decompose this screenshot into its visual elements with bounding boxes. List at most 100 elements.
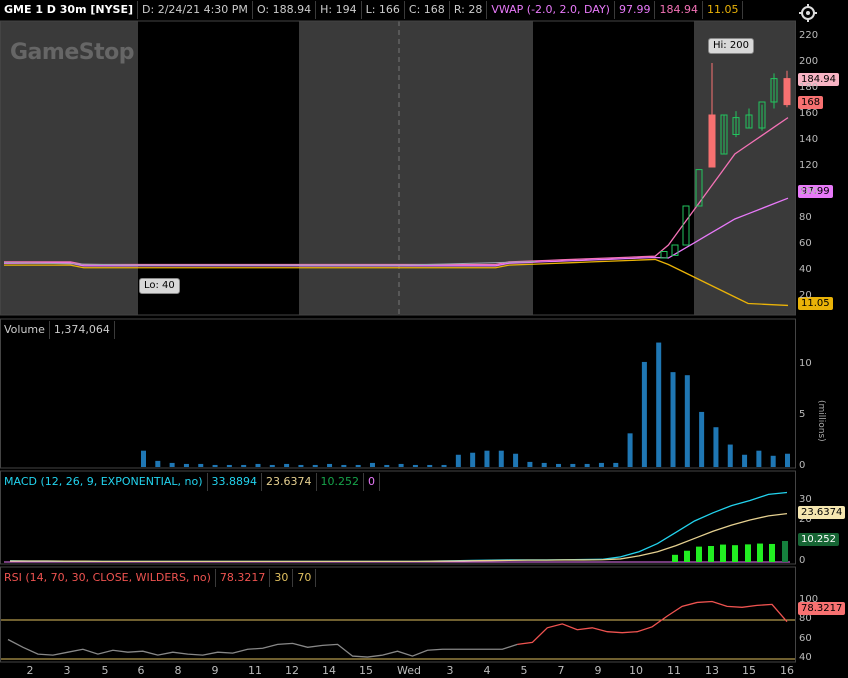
macd-histogram-bar	[757, 543, 763, 562]
price-tick-label: 80	[799, 212, 812, 223]
macd-tick-label: 30	[799, 493, 812, 505]
candle-body	[708, 114, 716, 168]
volume-bar	[527, 461, 533, 467]
x-axis-tick-label: 12	[285, 664, 299, 677]
bar-close: C: 168	[405, 1, 450, 19]
x-axis-tick-label: 14	[322, 664, 336, 677]
volume-unit-label: (millions)	[816, 400, 826, 442]
volume-bar	[355, 464, 361, 467]
extended-hours-shade	[299, 21, 533, 315]
bar-high: H: 194	[316, 1, 362, 19]
x-axis-tick-label: 15	[742, 664, 756, 677]
volume-bar	[641, 361, 647, 467]
volume-bar	[169, 462, 175, 467]
volume-bar	[699, 411, 705, 467]
volume-bar	[398, 463, 404, 467]
volume-bar	[198, 463, 204, 467]
volume-bar	[770, 455, 776, 467]
macd-value: 33.8894	[208, 473, 263, 491]
volume-bar	[756, 450, 762, 467]
volume-bar	[684, 375, 690, 467]
macd-study-label[interactable]: MACD (12, 26, 9, EXPONENTIAL, no)	[0, 473, 208, 491]
volume-value: 1,374,064	[50, 321, 115, 339]
volume-bar	[427, 464, 433, 467]
x-axis-tick-label: 3	[446, 664, 454, 677]
rsi-overbought-value: 70	[293, 569, 317, 587]
x-axis-tick-label: 10	[629, 664, 643, 677]
x-axis-tick-label: 5	[520, 664, 528, 677]
bar-open: O: 188.94	[253, 1, 317, 19]
rsi-study-label[interactable]: RSI (14, 70, 30, CLOSE, WILDERS, no)	[0, 569, 216, 587]
vwap-value: 97.99	[615, 1, 656, 19]
macd-avg-tag: 23.6374	[798, 506, 846, 519]
price-tick-label: 160	[799, 108, 819, 119]
volume-bar	[226, 464, 232, 467]
volume-bar	[570, 463, 576, 467]
volume-bar	[369, 462, 375, 467]
rsi-line-neutral	[7, 638, 518, 658]
volume-bar	[341, 464, 347, 467]
volume-bar	[269, 464, 275, 467]
volume-bar	[327, 463, 333, 467]
vwap-lower-value: 11.05	[703, 1, 744, 19]
rsi-oversold-value: 30	[270, 569, 294, 587]
volume-bar	[484, 450, 490, 467]
rsi-value: 78.3217	[216, 569, 271, 587]
macd-histogram-bar	[708, 546, 714, 562]
macd-avg-line	[10, 512, 788, 563]
price-tick-label: 120	[799, 160, 819, 171]
volume-bar	[498, 450, 504, 467]
volume-bar	[670, 372, 676, 467]
macd-value-line	[9, 491, 788, 563]
rsi-tick-label: 60	[799, 632, 812, 644]
volume-bar	[556, 463, 562, 467]
volume-header: Volume 1,374,064	[0, 320, 115, 340]
x-axis-tick-label: 8	[174, 664, 182, 677]
macd-diff-tag: 10.252	[798, 533, 839, 546]
macd-histogram-bar	[684, 550, 690, 562]
x-axis-tick-label: 11	[248, 664, 262, 677]
candle-body	[660, 251, 668, 259]
x-axis-tick-label: 16	[780, 664, 794, 677]
gear-icon[interactable]	[798, 3, 818, 23]
extended-hours-shade	[0, 21, 138, 315]
volume-bar	[183, 463, 189, 467]
volume-bar	[656, 342, 662, 467]
volume-bar	[255, 463, 261, 467]
macd-histogram-bar	[782, 540, 788, 562]
macd-histogram-bar	[769, 543, 775, 562]
volume-bar	[312, 464, 318, 467]
x-axis-tick-label: 9	[594, 664, 602, 677]
price-tick-label: 100	[799, 186, 819, 197]
price-tick-label: 40	[799, 264, 812, 275]
x-axis-tick-label: 3	[63, 664, 71, 677]
x-axis-tick-label: 2	[26, 664, 34, 677]
macd-header: MACD (12, 26, 9, EXPONENTIAL, no) 33.889…	[0, 472, 381, 492]
volume-bar	[513, 453, 519, 467]
volume-tick-label: 10	[799, 358, 812, 369]
price-tick-label: 140	[799, 134, 819, 145]
volume-bar	[284, 463, 290, 467]
volume-bar	[727, 444, 733, 467]
price-tick-label: 60	[799, 238, 812, 249]
vwap-study-label[interactable]: VWAP (-2.0, 2.0, DAY)	[487, 1, 615, 19]
volume-bar	[598, 462, 604, 467]
rsi-tag: 78.3217	[798, 602, 846, 615]
rsi-tick-label: 40	[799, 652, 812, 663]
ticker-symbol[interactable]: GME 1 D 30m [NYSE]	[0, 1, 139, 19]
price-tick-label: 20	[799, 290, 812, 301]
vwap-upper-value: 184.94	[655, 1, 703, 19]
volume-bar	[541, 462, 547, 467]
macd-tick-label: 0	[799, 555, 806, 566]
rsi-header: RSI (14, 70, 30, CLOSE, WILDERS, no) 78.…	[0, 568, 317, 588]
candle-body	[783, 78, 791, 106]
chart-header: GME 1 D 30m [NYSE] D: 2/24/21 4:30 PM O:…	[0, 0, 744, 20]
x-axis-tick-label: 7	[557, 664, 565, 677]
volume-bar	[455, 454, 461, 467]
volume-bar	[627, 433, 633, 467]
volume-bar	[713, 427, 719, 467]
volume-label[interactable]: Volume	[0, 321, 50, 339]
price-tick-label: 220	[799, 30, 819, 41]
price-tick-label: 180	[799, 82, 819, 93]
volume-bar	[412, 464, 418, 467]
